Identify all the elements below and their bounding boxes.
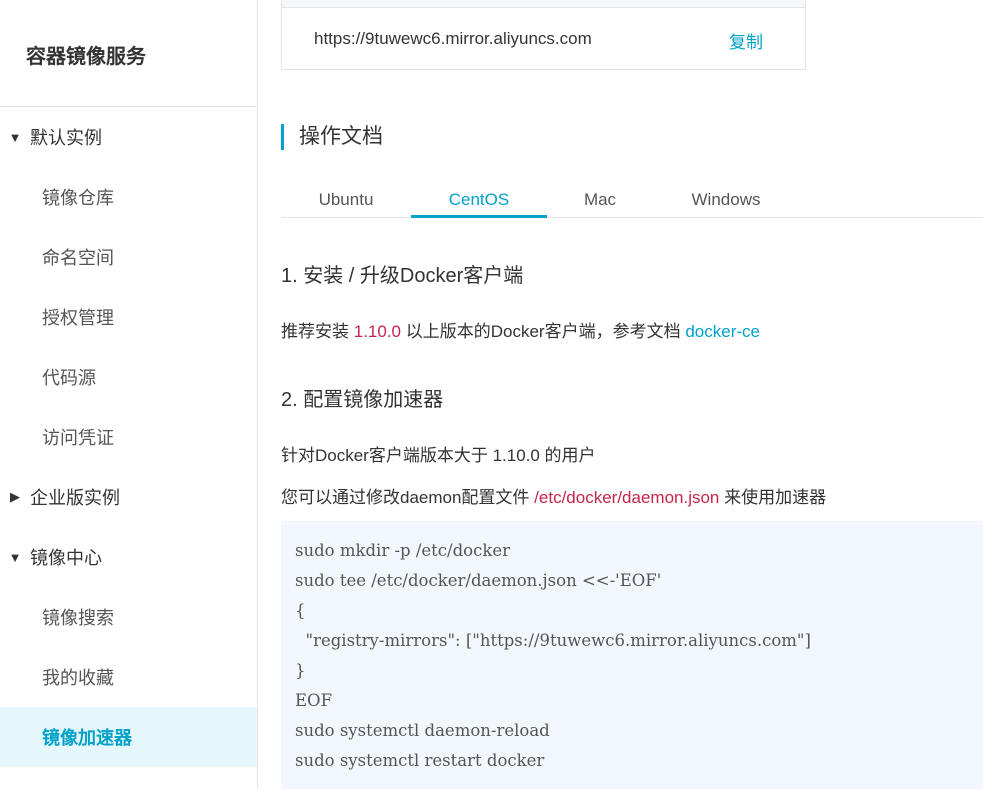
code-line: sudo tee /etc/docker/daemon.json <<-'EOF… — [295, 571, 662, 590]
nav-group-image-center[interactable]: ▼ 镜像中心 — [0, 527, 257, 587]
sidebar-nav: ▼ 默认实例 镜像仓库 命名空间 授权管理 代码源 访问凭证 ▶ 企业版实例 ▼… — [0, 107, 257, 767]
sidebar-item-code-source[interactable]: 代码源 — [0, 347, 257, 407]
code-line: { — [295, 601, 306, 620]
caret-right-icon: ▶ — [10, 489, 20, 504]
nav-group-default-instance[interactable]: ▼ 默认实例 — [0, 107, 257, 167]
step2-heading: 2. 配置镜像加速器 — [281, 389, 444, 411]
code-line: "registry-mirrors": ["https://9tuwewc6.m… — [295, 631, 811, 650]
docker-version: 1.10.0 — [353, 322, 401, 341]
accelerator-box-header — [282, 0, 805, 8]
daemon-config-path: /etc/docker/daemon.json — [534, 488, 720, 507]
accelerator-url: https://9tuwewc6.mirror.aliyuncs.com — [314, 29, 592, 48]
step2-text-after: 来使用加速器 — [724, 488, 827, 507]
sidebar-item-image-search[interactable]: 镜像搜索 — [0, 587, 257, 647]
sidebar-item-authorization[interactable]: 授权管理 — [0, 287, 257, 347]
nav-group-label: 企业版实例 — [30, 488, 120, 508]
code-line: EOF — [295, 691, 333, 710]
sidebar-item-favorites[interactable]: 我的收藏 — [0, 647, 257, 707]
nav-group-label: 镜像中心 — [30, 548, 102, 568]
sidebar-item-repositories[interactable]: 镜像仓库 — [0, 167, 257, 227]
nav-group-enterprise-instance[interactable]: ▶ 企业版实例 — [0, 467, 257, 527]
step1-heading: 1. 安装 / 升级Docker客户端 — [281, 265, 524, 287]
step2-text-before: 您可以通过修改daemon配置文件 — [281, 488, 530, 507]
step1-text: 推荐安装 1.10.0 以上版本的Docker客户端，参考文档 docker-c… — [281, 317, 760, 342]
tab-ubuntu[interactable]: Ubuntu — [281, 180, 411, 218]
os-tabs: Ubuntu CentOS Mac Windows — [281, 180, 983, 218]
sidebar: 容器镜像服务 ▼ 默认实例 镜像仓库 命名空间 授权管理 代码源 访问凭证 ▶ … — [0, 0, 258, 789]
code-line: sudo systemctl daemon-reload — [295, 721, 550, 740]
sidebar-title: 容器镜像服务 — [26, 46, 146, 68]
docker-ce-link[interactable]: docker-ce — [685, 322, 760, 341]
step1-text-after: 以上版本的Docker客户端，参考文档 — [405, 322, 681, 341]
code-line: } — [295, 661, 306, 680]
tab-mac[interactable]: Mac — [547, 180, 653, 218]
sidebar-item-accelerator[interactable]: 镜像加速器 — [0, 707, 257, 767]
step1-text-before: 推荐安装 — [281, 322, 349, 341]
step2-text-1: 针对Docker客户端版本大于 1.10.0 的用户 — [281, 446, 596, 465]
tab-windows[interactable]: Windows — [653, 180, 799, 218]
accelerator-address-box: https://9tuwewc6.mirror.aliyuncs.com 复制 — [281, 0, 806, 70]
code-block[interactable]: sudo mkdir -p /etc/docker sudo tee /etc/… — [281, 521, 983, 789]
step2-text-2: 您可以通过修改daemon配置文件 /etc/docker/daemon.jso… — [281, 483, 826, 508]
tab-centos[interactable]: CentOS — [411, 180, 547, 218]
sidebar-item-access-credentials[interactable]: 访问凭证 — [0, 407, 257, 467]
code-line: sudo systemctl restart docker — [295, 751, 545, 770]
sidebar-item-namespaces[interactable]: 命名空间 — [0, 227, 257, 287]
caret-down-icon: ▼ — [8, 549, 22, 565]
caret-down-icon: ▼ — [8, 129, 22, 145]
docs-section-title: 操作文档 — [281, 124, 383, 150]
nav-group-label: 默认实例 — [30, 128, 102, 148]
code-line: sudo mkdir -p /etc/docker — [295, 541, 510, 560]
copy-button[interactable]: 复制 — [729, 28, 763, 53]
